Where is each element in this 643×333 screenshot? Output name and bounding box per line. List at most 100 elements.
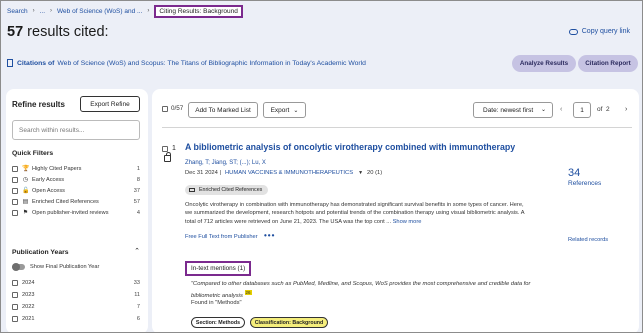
breadcrumb: Search › ... › Web of Science (WoS) and … (7, 4, 243, 18)
year-label: 2024 (22, 280, 35, 286)
analyze-results-button[interactable]: Analyze Results (512, 55, 576, 72)
checkbox[interactable] (12, 209, 18, 216)
selected-count: 0/57 (171, 105, 184, 112)
export-dropdown[interactable]: Export ⌄ (263, 102, 306, 118)
filter-label: Highly Cited Papers (32, 165, 82, 172)
refine-title: Refine results (12, 100, 65, 109)
select-all-checkbox[interactable] (162, 106, 168, 112)
chevron-up-icon[interactable]: ⌃ (134, 247, 140, 255)
filter-count: 1 (136, 165, 140, 172)
cited-paper-link[interactable]: Web of Science (WoS) and Scopus: The Tit… (57, 60, 366, 67)
in-text-mentions-toggle[interactable]: In-text mentions (1) (185, 261, 252, 276)
results-count: 57 (7, 24, 24, 40)
abstract-text: Oncolytic virotherapy in combination wit… (185, 202, 525, 225)
more-options-icon[interactable]: ••• (264, 231, 275, 240)
citation-report-button[interactable]: Citation Report (578, 55, 638, 72)
checkbox[interactable] (12, 316, 18, 322)
citation-count-label: References (568, 180, 602, 187)
chevron-down-icon: ⌄ (293, 107, 299, 114)
record-abstract: Oncolytic virotherapy in combination wit… (185, 201, 525, 226)
show-more-link[interactable]: Show more (393, 219, 422, 225)
results-title-text: results cited: (27, 24, 109, 40)
section-tag: Section: Methods (191, 317, 245, 328)
breadcrumb-search[interactable]: Search (7, 8, 28, 15)
filter-count: 8 (136, 176, 140, 183)
toggle-switch[interactable] (12, 263, 25, 271)
search-within-input[interactable]: Search within results... (12, 120, 140, 140)
chevron-right-icon: › (147, 8, 150, 14)
checkbox[interactable] (12, 198, 18, 205)
page-number-input[interactable]: 1 (573, 102, 591, 118)
filter-early-access[interactable]: ◷ Early Access 8 (12, 174, 140, 185)
document-icon (7, 59, 13, 67)
record-authors[interactable]: Zhang, T; Jiang, ST; (...); Lu, X (185, 160, 266, 166)
year-row[interactable]: 2023 11 (12, 289, 140, 301)
record-journal[interactable]: HUMAN VACCINES & IMMUNOTHERAPEUTICS (225, 170, 353, 176)
divider (162, 127, 632, 128)
related-records-link[interactable]: Related records (568, 237, 608, 243)
sort-select[interactable]: Date: newest first ⌄ (473, 102, 553, 118)
breadcrumb-ellipsis[interactable]: ... (40, 8, 45, 15)
chevron-right-icon: › (50, 8, 53, 14)
filter-highly-cited[interactable]: 🏆 Highly Cited Papers 1 (12, 163, 140, 174)
checkbox[interactable] (12, 292, 18, 298)
checkbox[interactable] (12, 304, 18, 310)
filter-label: Enriched Cited References (32, 198, 99, 205)
page-of-label: of 2 (597, 106, 610, 113)
publication-years-title: Publication Years (12, 249, 69, 256)
citation-count[interactable]: 34 (568, 167, 580, 179)
page: Search › ... › Web of Science (WoS) and … (0, 0, 643, 333)
year-count: 7 (136, 304, 140, 310)
checkbox[interactable] (12, 176, 18, 183)
lock-icon (164, 152, 171, 162)
in-text-quote: "Compared to other databases such as Pub… (191, 280, 541, 300)
copy-query-link[interactable]: Copy query link (568, 28, 630, 35)
quote-text: "Compared to other databases such as Pub… (191, 281, 531, 299)
full-text-link[interactable]: Free Full Text from Publisher (185, 234, 258, 240)
filter-open-access[interactable]: 🔓 Open Access 37 (12, 185, 140, 196)
export-refine-button[interactable]: Export Refine (80, 96, 140, 112)
filter-label: Open Access (32, 187, 65, 194)
year-row[interactable]: 2021 6 (12, 313, 140, 325)
export-label: Export (270, 106, 290, 114)
checkbox[interactable] (12, 280, 18, 286)
filter-label: Early Access (32, 176, 65, 183)
flag-icon: ⚑ (22, 210, 29, 216)
filter-count: 37 (133, 187, 140, 194)
found-in-label: Found in "Methods" (191, 300, 242, 306)
citations-of-line: Citations of Web of Science (WoS) and Sc… (7, 59, 366, 67)
enriched-references-badge[interactable]: Enriched Cited References (185, 185, 269, 195)
next-page-icon[interactable]: › (625, 106, 627, 113)
copy-query-label: Copy query link (581, 28, 630, 35)
publication-years-list: 2024 33 2023 11 2022 7 2021 6 (12, 277, 140, 325)
prev-page-icon[interactable]: ‹ (560, 106, 562, 113)
final-publication-toggle-row[interactable]: Show Final Publication Year (12, 263, 99, 271)
chevron-right-icon: › (32, 8, 35, 14)
clock-icon: ◷ (22, 177, 29, 183)
record-title[interactable]: A bibliometric analysis of oncolytic vir… (185, 142, 515, 152)
record-date: Dec 31 2024 (185, 170, 218, 176)
year-row[interactable]: 2022 7 (12, 301, 140, 313)
record-meta: Dec 31 2024 | HUMAN VACCINES & IMMUNOTHE… (185, 170, 382, 176)
open-lock-icon: 🔓 (22, 188, 30, 194)
citations-prefix: Citations of (17, 59, 55, 67)
year-label: 2023 (22, 292, 35, 298)
badge-label: Enriched Cited References (199, 187, 263, 193)
breadcrumb-wos[interactable]: Web of Science (WoS) and ... (57, 8, 142, 15)
sort-value: Date: newest first (483, 106, 534, 114)
year-count: 33 (133, 280, 140, 286)
caret-down-icon[interactable]: ▼ (358, 170, 363, 176)
year-label: 2021 (22, 316, 35, 322)
reference-marker: 26 (244, 289, 252, 295)
year-row[interactable]: 2024 33 (12, 277, 140, 289)
refine-panel: Refine results Export Refine Search with… (6, 89, 148, 332)
record-number: 1 (172, 145, 176, 152)
enriched-icon: ▤ (22, 199, 29, 205)
filter-publisher-reviews[interactable]: ⚑ Open publisher-invited reviews 4 (12, 207, 140, 218)
filter-enriched-refs[interactable]: ▤ Enriched Cited References 57 (12, 196, 140, 207)
filter-label: Open publisher-invited reviews (32, 209, 109, 216)
checkbox[interactable] (12, 165, 18, 172)
checkbox[interactable] (12, 187, 18, 194)
add-to-marked-list-button[interactable]: Add To Marked List (188, 102, 258, 118)
quick-filters-list: 🏆 Highly Cited Papers 1 ◷ Early Access 8… (12, 163, 140, 218)
